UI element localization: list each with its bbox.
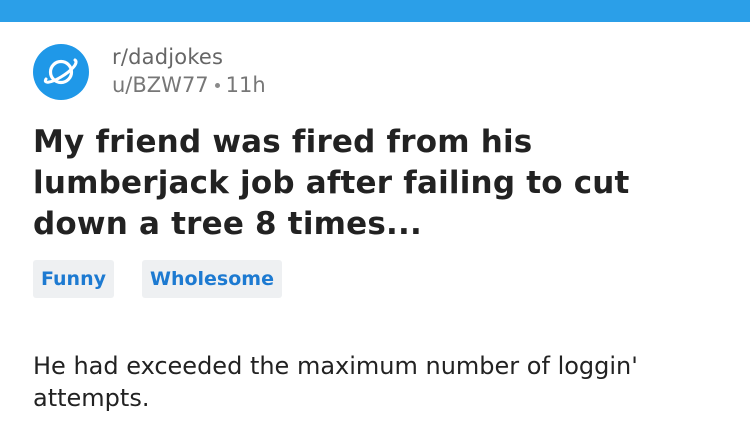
post-card: r/dadjokes u/BZW77 11h My friend was fir… (0, 22, 750, 436)
subreddit-avatar[interactable] (33, 44, 89, 100)
post-title[interactable]: My friend was fired from his lumberjack … (33, 122, 703, 245)
post-age: 11h (225, 73, 266, 97)
flair-wholesome[interactable]: Wholesome (142, 260, 282, 298)
post-meta: r/dadjokes u/BZW77 11h (112, 44, 266, 98)
post-body: He had exceeded the maximum number of lo… (33, 352, 638, 412)
top-app-bar (0, 0, 750, 22)
flair-list: Funny Wholesome (33, 260, 282, 298)
separator-dot (214, 82, 220, 88)
byline: u/BZW77 11h (112, 72, 266, 98)
planet-icon (43, 58, 78, 85)
subreddit-link[interactable]: r/dadjokes (112, 44, 266, 70)
flair-funny[interactable]: Funny (33, 260, 114, 298)
author-link[interactable]: u/BZW77 (112, 72, 209, 98)
